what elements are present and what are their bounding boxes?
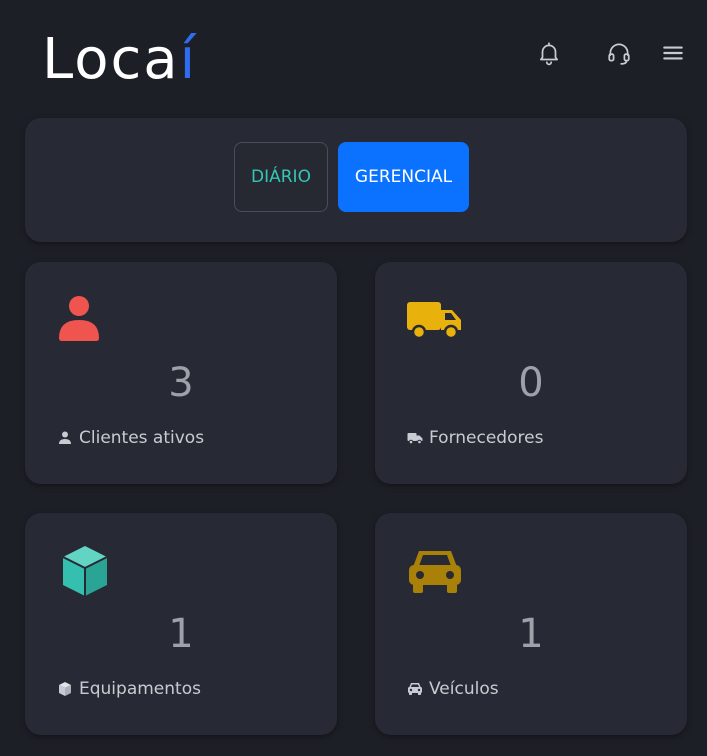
fornecedores-count: 0: [518, 360, 544, 406]
clientes-label: Clientes ativos: [79, 428, 205, 448]
bell-icon: [540, 42, 558, 66]
support-button[interactable]: [602, 36, 636, 70]
fornecedores-label-row: Fornecedores: [407, 428, 543, 448]
car-icon: [405, 545, 465, 597]
menu-button[interactable]: [656, 36, 690, 70]
equipamentos-count: 1: [168, 611, 194, 657]
user-small-icon: [57, 430, 73, 446]
equipamentos-label-row: Equipamentos: [57, 679, 201, 699]
diario-button[interactable]: DIÁRIO: [234, 142, 328, 212]
card-fornecedores[interactable]: 0 Fornecedores: [375, 262, 687, 484]
box-icon: [55, 545, 115, 597]
box-small-icon: [57, 681, 73, 697]
equipamentos-label: Equipamentos: [79, 679, 201, 699]
headset-icon: [608, 43, 630, 65]
card-clientes[interactable]: 3 Clientes ativos: [25, 262, 337, 484]
veiculos-count: 1: [518, 611, 544, 657]
truck-small-icon: [407, 430, 423, 446]
user-icon: [55, 294, 115, 346]
card-veiculos[interactable]: 1 Veículos: [375, 513, 687, 735]
clientes-label-row: Clientes ativos: [57, 428, 204, 448]
mode-switch-panel: DIÁRIO GERENCIAL: [25, 118, 687, 242]
car-small-icon: [407, 681, 423, 697]
logo-accent: í: [179, 27, 198, 92]
logo-text: Loca: [42, 27, 180, 92]
card-equipamentos[interactable]: 1 Equipamentos: [25, 513, 337, 735]
gerencial-button[interactable]: GERENCIAL: [338, 142, 469, 212]
fornecedores-label: Fornecedores: [429, 428, 544, 448]
app-logo[interactable]: Locaí: [42, 28, 197, 92]
truck-icon: [405, 294, 465, 346]
notifications-button[interactable]: [532, 36, 566, 70]
veiculos-label: Veículos: [429, 679, 499, 699]
veiculos-label-row: Veículos: [407, 679, 499, 699]
clientes-count: 3: [168, 360, 194, 406]
menu-icon: [663, 46, 683, 60]
app-header: Locaí: [0, 0, 707, 110]
